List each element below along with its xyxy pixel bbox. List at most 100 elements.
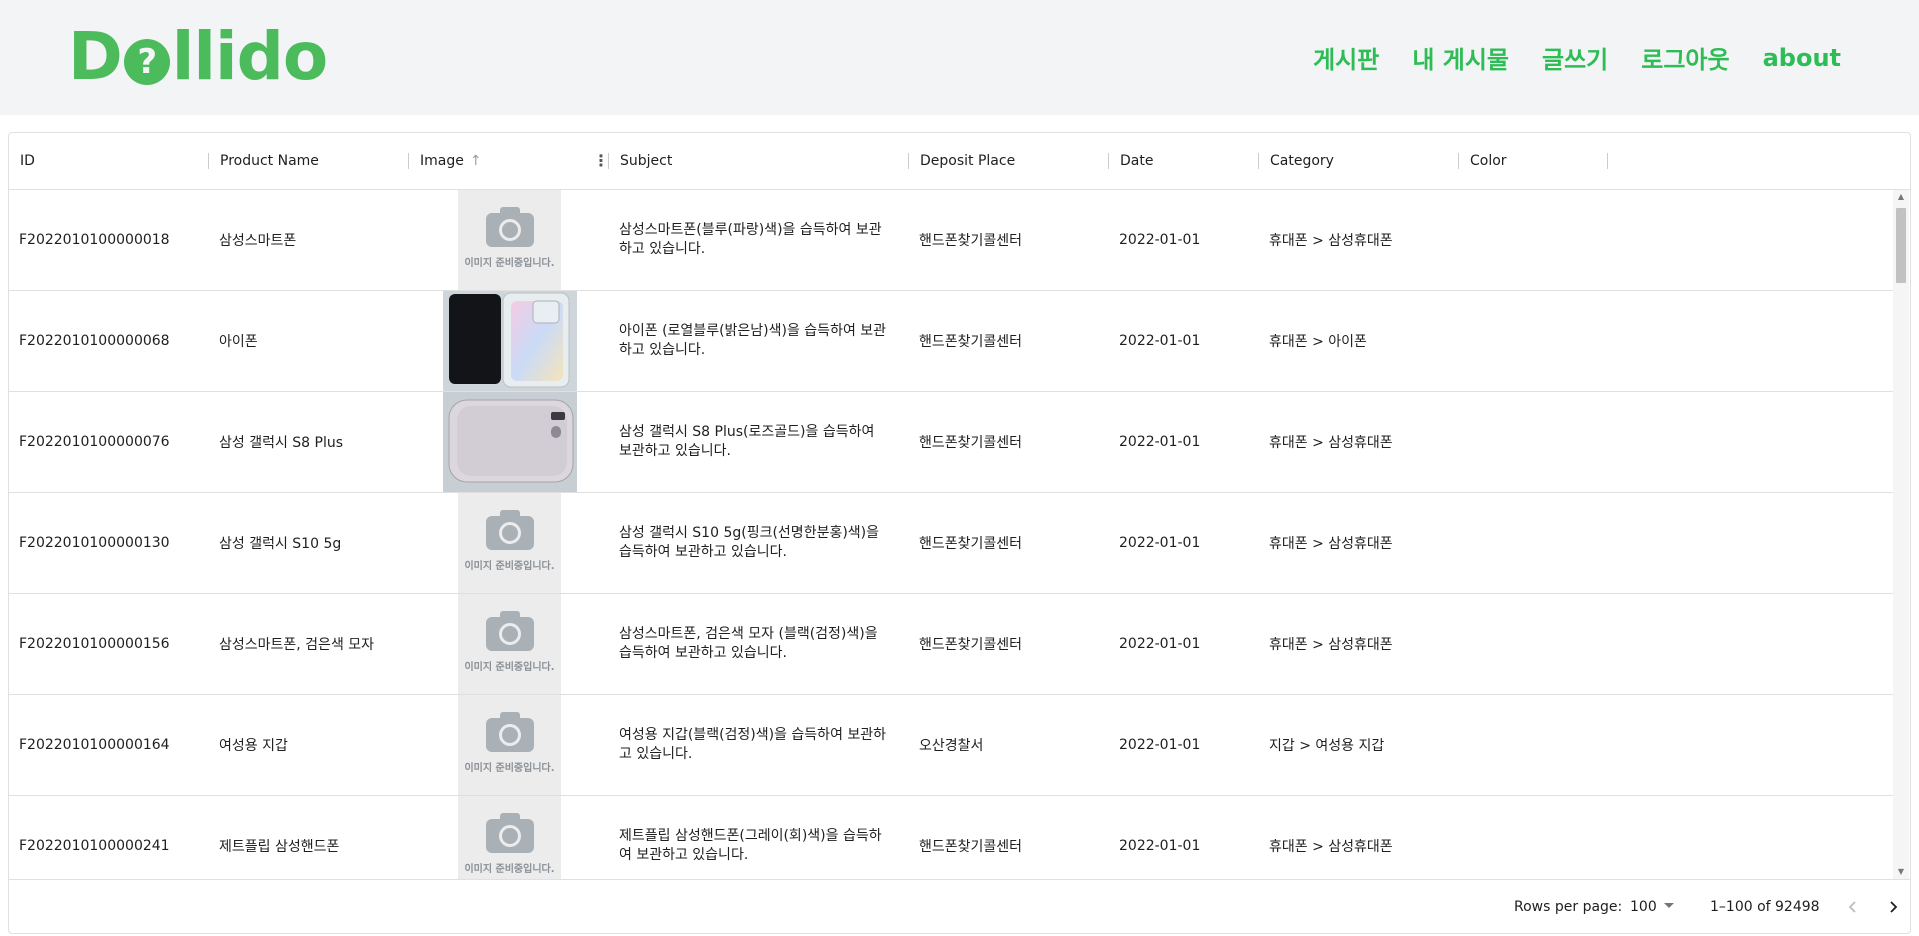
cell-color (1459, 493, 1469, 593)
cell-deposit-place: 핸드폰찾기콜센터 (919, 637, 1023, 653)
image-placeholder: 이미지 준비중입니다. (458, 594, 561, 694)
column-header-date[interactable]: Date (1108, 133, 1153, 189)
cell-date: 2022-01-01 (1119, 232, 1201, 248)
table-row[interactable]: F2022010100000156 삼성스마트폰, 검은색 모자 이미지 준비중입니… (9, 594, 1894, 695)
column-separator[interactable] (908, 153, 909, 169)
table-row[interactable]: F2022010100000018 삼성스마트폰 이미지 준비중입니다. 삼성스마트폰… (9, 190, 1894, 291)
rows-per-page-label: Rows per page: (1514, 899, 1623, 915)
cell-subject: 삼성 갤럭시 S8 Plus(로즈골드)을 습득하여 보관하고 있습니다. (619, 424, 875, 459)
column-header-color[interactable]: Color (1458, 133, 1609, 189)
cell-color (1459, 796, 1469, 879)
image-placeholder: 이미지 준비중입니다. (458, 695, 561, 795)
column-separator[interactable] (1458, 153, 1459, 169)
column-separator[interactable] (1108, 153, 1109, 169)
cell-category: 휴대폰 > 아이폰 (1269, 334, 1367, 350)
image-placeholder-text: 이미지 준비중입니다. (464, 763, 555, 774)
nav-board[interactable]: 게시판 (1313, 40, 1379, 75)
column-header-deposit-place[interactable]: Deposit Place (908, 133, 1016, 189)
previous-page-button[interactable] (1839, 893, 1867, 921)
cell-category: 휴대폰 > 삼성휴대폰 (1269, 435, 1393, 451)
grid-body: F2022010100000018 삼성스마트폰 이미지 준비중입니다. 삼성스마트폰… (9, 190, 1894, 879)
column-header-category[interactable]: Category (1258, 133, 1334, 189)
column-separator[interactable] (1607, 153, 1608, 169)
cell-color (1459, 594, 1469, 694)
column-separator[interactable] (208, 153, 209, 169)
cell-date: 2022-01-01 (1119, 535, 1201, 551)
column-header-id[interactable]: ID (9, 133, 35, 189)
column-header-product-name[interactable]: Product Name (208, 133, 319, 189)
camera-icon (485, 510, 534, 550)
cell-id: F2022010100000241 (19, 838, 170, 854)
cell-subject: 아이폰 (로열블루(밝은남)색)을 습득하여 보관하고 있습니다. (619, 323, 887, 358)
scrollbar-thumb[interactable] (1896, 208, 1906, 283)
chevron-left-icon (1848, 901, 1856, 913)
table-row[interactable]: F2022010100000241 제트플립 삼성핸드폰 이미지 준비중입니다. 제트… (9, 796, 1894, 879)
cell-id: F2022010100000018 (19, 232, 170, 248)
column-title: Image (420, 153, 464, 169)
image-placeholder-text: 이미지 준비중입니다. (464, 561, 555, 572)
column-separator[interactable] (608, 153, 609, 169)
galaxy-photo[interactable] (443, 392, 577, 492)
image-placeholder: 이미지 준비중입니다. (458, 493, 561, 593)
cell-color (1459, 695, 1469, 795)
nav-my-posts[interactable]: 내 게시물 (1412, 40, 1509, 75)
cell-deposit-place: 핸드폰찾기콜센터 (919, 334, 1023, 350)
cell-subject: 삼성스마트폰, 검은색 모자 (블랙(검정)색)을 습득하여 보관하고 있습니다… (619, 626, 878, 661)
column-header-image[interactable]: Image ↑ ⋮ (408, 133, 609, 189)
cell-date: 2022-01-01 (1119, 333, 1201, 349)
rows-per-page-select[interactable]: 100 (1630, 880, 1657, 934)
data-grid: ID Product Name Image ↑ ⋮ Subject Deposit … (8, 132, 1911, 934)
cell-date: 2022-01-01 (1119, 636, 1201, 652)
image-placeholder: 이미지 준비중입니다. (458, 796, 561, 879)
cell-deposit-place: 오산경찰서 (919, 738, 984, 754)
iphone-photo[interactable] (443, 291, 577, 391)
column-header-subject[interactable]: Subject (608, 133, 673, 189)
table-row[interactable]: F2022010100000164 여성용 지갑 이미지 준비중입니다. 여성용 지갑… (9, 695, 1894, 796)
cell-category: 휴대폰 > 삼성휴대폰 (1269, 637, 1393, 653)
column-menu-icon[interactable]: ⋮ (593, 133, 609, 189)
cell-date: 2022-01-01 (1119, 838, 1201, 854)
cell-date: 2022-01-01 (1119, 737, 1201, 753)
column-title: Subject (620, 153, 673, 169)
cell-subject: 여성용 지갑(블랙(검정)색)을 습득하여 보관하고 있습니다. (619, 727, 887, 762)
cell-id: F2022010100000156 (19, 636, 170, 652)
cell-id: F2022010100000068 (19, 333, 170, 349)
vertical-scrollbar[interactable]: ▲ ▼ (1893, 190, 1909, 879)
sort-ascending-icon[interactable]: ↑ (470, 153, 482, 169)
caret-down-icon[interactable] (1664, 903, 1674, 908)
cell-category: 휴대폰 > 삼성휴대폰 (1269, 839, 1393, 855)
camera-icon (485, 813, 534, 853)
camera-icon (485, 207, 534, 247)
nav-logout[interactable]: 로그아웃 (1641, 40, 1729, 75)
table-row[interactable]: F2022010100000076 삼성 갤럭시 S8 Plus 삼성 갤럭시 S8… (9, 392, 1894, 493)
nav-about[interactable]: about (1763, 44, 1841, 72)
dallido-logo[interactable]: D? llido (68, 17, 328, 95)
table-row[interactable]: F2022010100000130 삼성 갤럭시 S10 5g 이미지 준비중입니다… (9, 493, 1894, 594)
next-page-button[interactable] (1879, 893, 1907, 921)
cell-product-name: 아이폰 (219, 334, 258, 350)
cell-id: F2022010100000164 (19, 737, 170, 753)
image-placeholder-text: 이미지 준비중입니다. (464, 258, 555, 269)
image-placeholder-text: 이미지 준비중입니다. (464, 864, 555, 875)
cell-product-name: 삼성 갤럭시 S10 5g (219, 536, 342, 552)
cell-product-name: 삼성 갤럭시 S8 Plus (219, 435, 344, 451)
cell-id: F2022010100000130 (19, 535, 170, 551)
column-title: Deposit Place (920, 153, 1016, 169)
nav-write[interactable]: 글쓰기 (1542, 40, 1608, 75)
app-header: D? llido 게시판 내 게시물 글쓰기 로그아웃 about (0, 0, 1919, 115)
cell-color (1459, 190, 1469, 290)
cell-color (1459, 291, 1469, 391)
cell-subject: 삼성스마트폰(블루(파랑)색)을 습득하여 보관하고 있습니다. (619, 222, 882, 257)
camera-icon (485, 712, 534, 752)
cell-category: 휴대폰 > 삼성휴대폰 (1269, 233, 1393, 249)
table-row[interactable]: F2022010100000068 아이폰 아이폰 (로열블루(밝은남)색)을 습득… (9, 291, 1894, 392)
cell-category: 휴대폰 > 삼성휴대폰 (1269, 536, 1393, 552)
scroll-up-icon[interactable]: ▲ (1893, 190, 1909, 204)
scroll-down-icon[interactable]: ▼ (1893, 865, 1909, 879)
pagination-range: 1–100 of 92498 (1710, 899, 1820, 915)
logo-text-end: llido (171, 17, 328, 95)
column-title: Color (1470, 153, 1507, 169)
column-separator[interactable] (1258, 153, 1259, 169)
column-separator[interactable] (408, 153, 409, 169)
logo-text-start: D (68, 17, 123, 95)
